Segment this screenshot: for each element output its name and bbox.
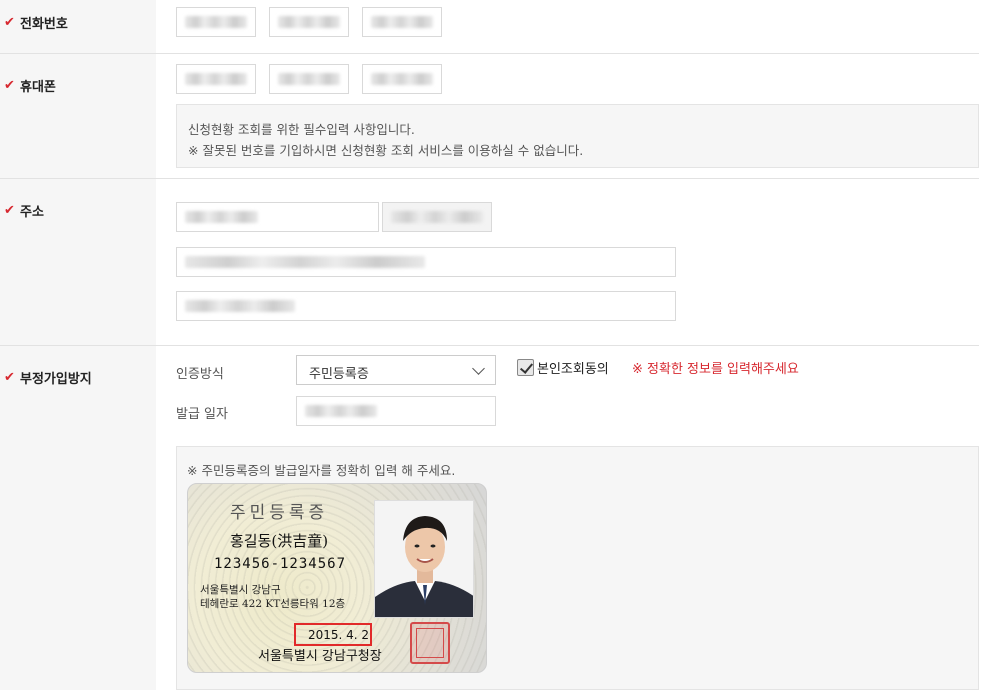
zipcode-field[interactable] bbox=[176, 202, 379, 232]
phone-field-1[interactable] bbox=[176, 7, 256, 37]
id-card-address-line2: 테헤란로 422 KT선릉타워 12층 bbox=[200, 598, 346, 610]
fraud-label: ✔ 부정가입방지 bbox=[4, 368, 92, 387]
identity-agree-checkbox[interactable] bbox=[517, 359, 534, 376]
official-seal bbox=[410, 622, 450, 664]
mobile-label-cell: ✔ 휴대폰 bbox=[0, 54, 156, 179]
phone-field-3[interactable] bbox=[362, 7, 442, 37]
issue-date-label: 발급 일자 bbox=[176, 407, 228, 422]
auth-method-label: 인증방식 bbox=[176, 367, 224, 382]
auth-method-select[interactable]: 주민등록증 bbox=[296, 355, 496, 385]
id-card-number: 123456-1234567 bbox=[214, 556, 347, 572]
id-card-issue-date-highlight: 2015. 4. 2 bbox=[294, 623, 372, 646]
phone-field-2[interactable] bbox=[269, 7, 349, 37]
auth-method-selected: 주민등록증 bbox=[309, 367, 369, 382]
id-card-photo bbox=[374, 500, 474, 618]
id-card-issue-date: 2015. 4. 2 bbox=[308, 628, 370, 642]
mobile-notice-line1: 신청현황 조회를 위한 필수입력 사항입니다. bbox=[188, 122, 415, 137]
id-card-example-image: 주민등록증 홍길동(洪吉童) 123456-1234567 서울특별시 강남구 … bbox=[187, 483, 487, 673]
phone-label-cell: ✔ 전화번호 bbox=[0, 0, 156, 54]
address-label-text: 주소 bbox=[20, 205, 44, 220]
mobile-field-1[interactable] bbox=[176, 64, 256, 94]
id-card-name: 홍길동(洪吉童) bbox=[230, 532, 329, 550]
mobile-field-2[interactable] bbox=[269, 64, 349, 94]
mobile-label-text: 휴대폰 bbox=[20, 80, 56, 95]
id-card-address-line1: 서울특별시 강남구 bbox=[200, 584, 281, 596]
required-check-icon: ✔ bbox=[4, 370, 15, 385]
address-field-2[interactable] bbox=[176, 291, 676, 321]
id-card-guide-text: ※ 주민등록증의 발급일자를 정확히 입력 해 주세요. bbox=[187, 463, 456, 478]
chevron-down-icon bbox=[472, 362, 485, 375]
address-label-cell: ✔ 주소 bbox=[0, 179, 156, 346]
phone-label: ✔ 전화번호 bbox=[4, 13, 68, 32]
id-card-issuer: 서울특별시 강남구청장 bbox=[258, 649, 382, 664]
required-check-icon: ✔ bbox=[4, 203, 15, 218]
issue-date-field[interactable] bbox=[296, 396, 496, 426]
fraud-label-text: 부정가입방지 bbox=[20, 372, 92, 387]
address-label: ✔ 주소 bbox=[4, 201, 44, 220]
mobile-label: ✔ 휴대폰 bbox=[4, 76, 56, 95]
mobile-field-3[interactable] bbox=[362, 64, 442, 94]
mobile-notice-line2: ※ 잘못된 번호를 기입하시면 신청현황 조회 서비스를 이용하실 수 없습니다… bbox=[188, 143, 584, 158]
zipcode-search-button[interactable] bbox=[382, 202, 492, 232]
id-card-title: 주민등록증 bbox=[230, 503, 329, 523]
required-check-icon: ✔ bbox=[4, 15, 15, 30]
fraud-label-cell: ✔ 부정가입방지 bbox=[0, 346, 156, 690]
identity-agree-label[interactable]: 본인조회동의 bbox=[537, 358, 609, 377]
required-check-icon: ✔ bbox=[4, 78, 15, 93]
mobile-notice-box: 신청현황 조회를 위한 필수입력 사항입니다. ※ 잘못된 번호를 기입하시면 … bbox=[176, 104, 979, 168]
warning-text: ※ 정확한 정보를 입력해주세요 bbox=[632, 362, 799, 377]
address-field-1[interactable] bbox=[176, 247, 676, 277]
phone-label-text: 전화번호 bbox=[20, 17, 68, 32]
